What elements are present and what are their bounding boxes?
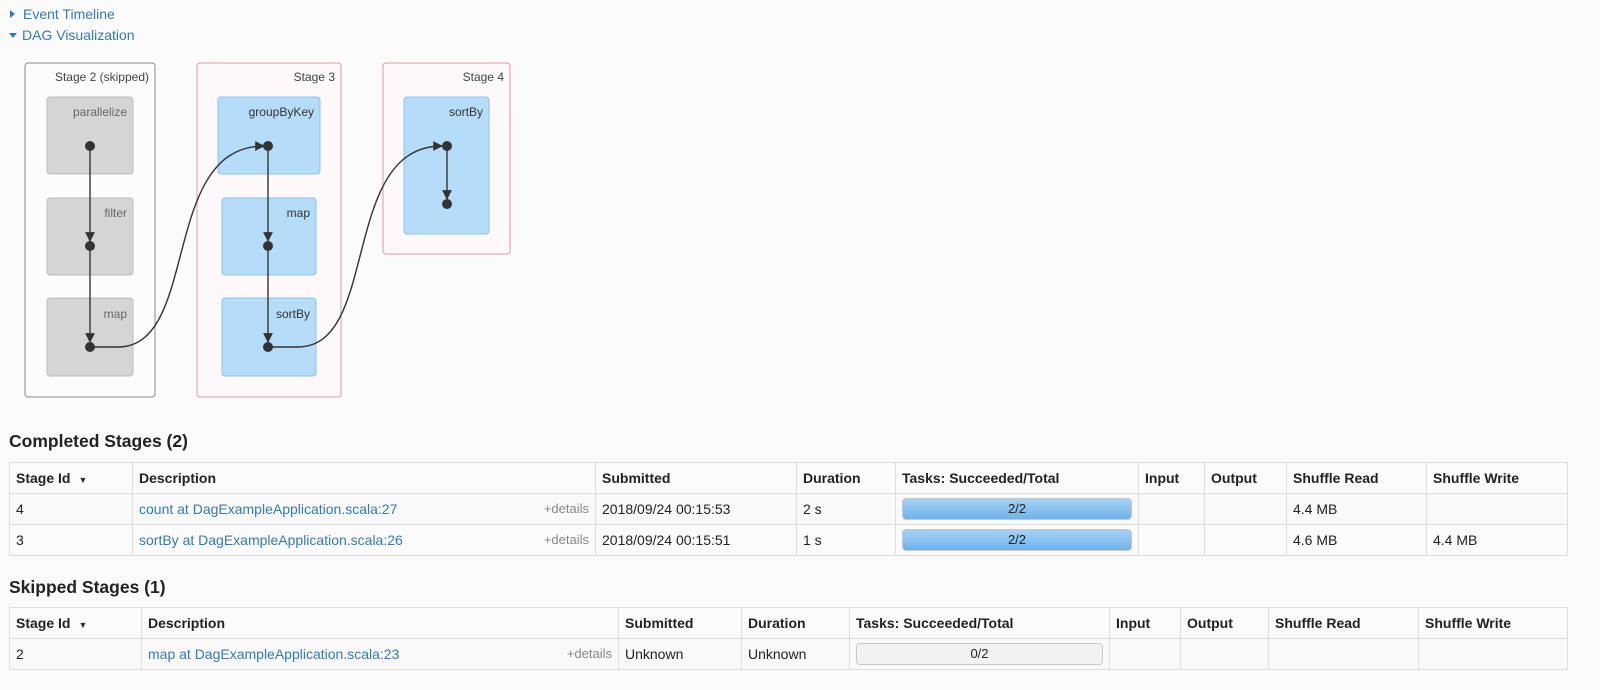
tasks-cell: 2/2 <box>895 493 1139 525</box>
table-row: 2 map at DagExampleApplication.scala:23 … <box>9 638 1568 670</box>
shuffle-read-cell: 4.4 MB <box>1286 493 1427 525</box>
shuffle-read-cell <box>1268 638 1419 670</box>
table-row: 3 sortBy at DagExampleApplication.scala:… <box>9 524 1568 556</box>
dag-visualization: Stage 2 (skipped) parallelize filter map… <box>24 62 511 398</box>
rdd-dot <box>85 342 95 352</box>
col-header-description[interactable]: Description <box>141 607 619 639</box>
output-cell <box>1180 638 1269 670</box>
tasks-cell: 0/2 <box>849 638 1110 670</box>
rdd-dot <box>263 342 273 352</box>
submitted-cell: 2018/09/24 00:15:53 <box>595 493 797 525</box>
output-cell <box>1204 524 1287 556</box>
details-toggle[interactable]: +details <box>544 501 589 516</box>
col-header-stage-id[interactable]: Stage Id ▼ <box>9 607 142 639</box>
stage-id-cell: 4 <box>9 493 133 525</box>
submitted-cell: Unknown <box>618 638 742 670</box>
table-header-row: Stage Id ▼ Description Submitted Duration… <box>9 607 1568 639</box>
duration-cell: Unknown <box>741 638 850 670</box>
col-header-shuffle-write[interactable]: Shuffle Write <box>1418 607 1568 639</box>
col-header-input[interactable]: Input <box>1109 607 1181 639</box>
tasks-progress-bar: 2/2 <box>902 498 1132 520</box>
completed-stages-table: Stage Id ▼ Description Submitted Duration… <box>9 462 1568 556</box>
stage-description-link[interactable]: count at DagExampleApplication.scala:27 <box>139 501 397 517</box>
rdd-node-filter-label: filter <box>104 206 127 220</box>
table-header-row: Stage Id ▼ Description Submitted Duration… <box>9 462 1568 494</box>
details-toggle[interactable]: +details <box>544 532 589 547</box>
col-header-stage-id[interactable]: Stage Id ▼ <box>9 462 133 494</box>
col-header-submitted[interactable]: Submitted <box>595 462 797 494</box>
col-header-input[interactable]: Input <box>1138 462 1205 494</box>
col-header-duration[interactable]: Duration <box>796 462 896 494</box>
stage-id-cell: 2 <box>9 638 142 670</box>
shuffle-write-cell: 4.4 MB <box>1426 524 1568 556</box>
sort-desc-icon[interactable]: ▼ <box>78 475 87 485</box>
input-cell <box>1138 524 1205 556</box>
shuffle-write-cell <box>1418 638 1568 670</box>
description-cell: map at DagExampleApplication.scala:23 +d… <box>141 638 619 670</box>
stage-cluster-3-label: Stage 3 <box>294 70 336 84</box>
rdd-node-map-label: map <box>287 206 311 220</box>
completed-stages-title: Completed Stages (2) <box>9 431 188 451</box>
shuffle-write-cell <box>1426 493 1568 525</box>
rdd-node-parallelize-label: parallelize <box>73 105 127 119</box>
description-cell: count at DagExampleApplication.scala:27 … <box>132 493 596 525</box>
skipped-stages-title: Skipped Stages (1) <box>9 577 166 597</box>
col-header-shuffle-read[interactable]: Shuffle Read <box>1268 607 1419 639</box>
tasks-cell: 2/2 <box>895 524 1139 556</box>
sort-desc-icon[interactable]: ▼ <box>78 620 87 630</box>
col-header-duration[interactable]: Duration <box>741 607 850 639</box>
stage-description-link[interactable]: map at DagExampleApplication.scala:23 <box>148 646 399 662</box>
rdd-dot <box>85 141 95 151</box>
tasks-progress-bar: 0/2 <box>856 643 1103 665</box>
input-cell <box>1138 493 1205 525</box>
input-cell <box>1109 638 1181 670</box>
stage-description-link[interactable]: sortBy at DagExampleApplication.scala:26 <box>139 532 403 548</box>
shuffle-read-cell: 4.6 MB <box>1286 524 1427 556</box>
stage-id-cell: 3 <box>9 524 133 556</box>
col-header-shuffle-write[interactable]: Shuffle Write <box>1426 462 1568 494</box>
col-header-shuffle-read[interactable]: Shuffle Read <box>1286 462 1427 494</box>
duration-cell: 2 s <box>796 493 896 525</box>
rdd-node-sortby-label: sortBy <box>276 307 310 321</box>
table-row: 4 count at DagExampleApplication.scala:2… <box>9 493 1568 525</box>
submitted-cell: 2018/09/24 00:15:51 <box>595 524 797 556</box>
rdd-dot <box>263 141 273 151</box>
rdd-dot <box>442 199 452 209</box>
col-header-description[interactable]: Description <box>132 462 596 494</box>
rdd-node-map-label: map <box>104 307 128 321</box>
tasks-progress-bar: 2/2 <box>902 529 1132 551</box>
rdd-node-sortby-label: sortBy <box>449 105 483 119</box>
rdd-dot <box>442 141 452 151</box>
col-header-output[interactable]: Output <box>1180 607 1269 639</box>
skipped-stages-table: Stage Id ▼ Description Submitted Duration… <box>9 607 1568 670</box>
stage-cluster-4-label: Stage 4 <box>463 70 505 84</box>
duration-cell: 1 s <box>796 524 896 556</box>
rdd-dot <box>263 241 273 251</box>
col-header-tasks[interactable]: Tasks: Succeeded/Total <box>849 607 1110 639</box>
col-header-tasks[interactable]: Tasks: Succeeded/Total <box>895 462 1139 494</box>
col-header-submitted[interactable]: Submitted <box>618 607 742 639</box>
stage-cluster-2-label: Stage 2 (skipped) <box>55 70 149 84</box>
details-toggle[interactable]: +details <box>567 646 612 661</box>
description-cell: sortBy at DagExampleApplication.scala:26… <box>132 524 596 556</box>
rdd-node-groupbykey-label: groupByKey <box>249 105 314 119</box>
rdd-dot <box>85 241 95 251</box>
output-cell <box>1204 493 1287 525</box>
col-header-output[interactable]: Output <box>1204 462 1287 494</box>
